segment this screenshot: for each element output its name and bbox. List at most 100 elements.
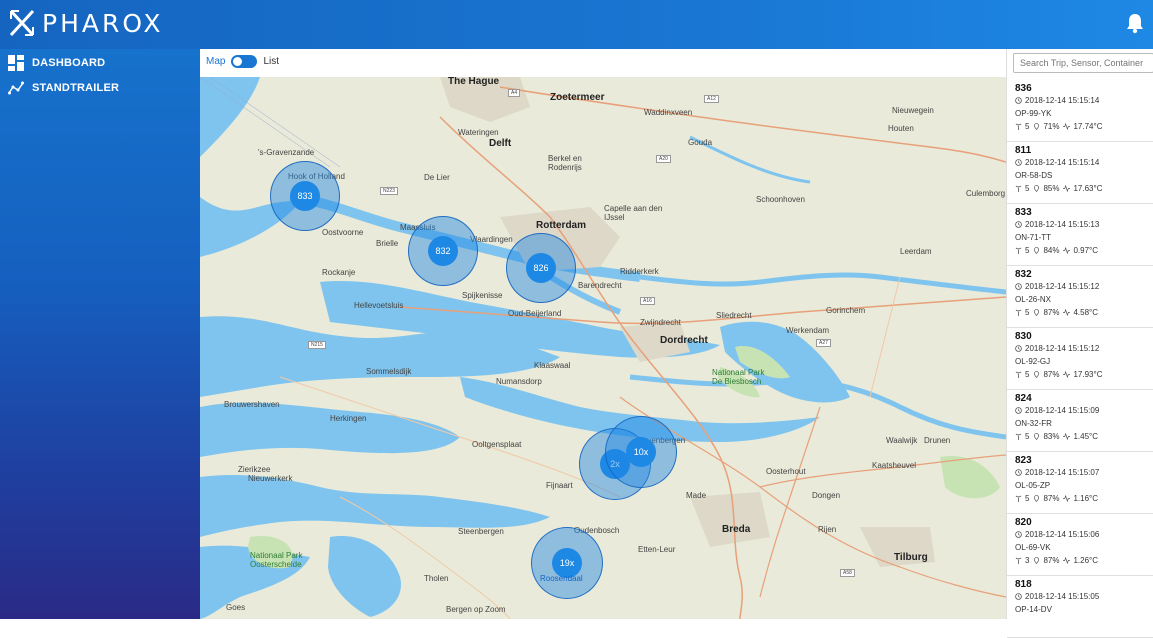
place-werkendam: Werkendam	[786, 326, 829, 335]
trip-temperature: 0.97°C	[1073, 246, 1099, 255]
search-input[interactable]	[1013, 53, 1153, 73]
location-pin-icon	[1034, 495, 1040, 502]
place-the-hague: The Hague	[448, 77, 500, 87]
cluster-count: 833	[290, 181, 320, 211]
place-sommelsdijk: Sommelsdijk	[366, 367, 412, 376]
top-app-bar: PHAROX	[0, 0, 1153, 49]
road-shield-a4: A4	[508, 89, 521, 97]
trip-sensor-count: 5	[1025, 184, 1030, 193]
road-shield-a58: A58	[840, 569, 855, 577]
trip-plate: OL-05-ZP	[1015, 481, 1051, 490]
location-pin-icon	[1034, 557, 1040, 564]
notifications-bell-icon[interactable]	[1125, 12, 1145, 34]
sidebar-item-standtrailer[interactable]: STANDTRAILER	[8, 80, 119, 96]
map-canvas[interactable]: The Hague Zoetermeer Delft Rotterdam Dor…	[200, 77, 1006, 619]
trip-battery: 87%	[1043, 370, 1060, 379]
place-schoonhoven: Schoonhoven	[756, 195, 805, 204]
place-nieuwegein: Nieuwegein	[892, 106, 934, 115]
place-roosendaal: Roosendaal	[540, 574, 583, 583]
brand-name: PHAROX	[42, 8, 164, 38]
trip-timestamp: 2018-12-14 15:15:06	[1025, 530, 1100, 539]
trip-sensor-count: 5	[1025, 370, 1030, 379]
map-cluster-826[interactable]: 826	[506, 233, 576, 303]
place-gouda: Gouda	[688, 138, 713, 147]
clock-icon	[1015, 593, 1022, 600]
place-wateringen: Wateringen	[458, 128, 499, 137]
place-capelle-aan-den-ijssel: Capelle aan den IJssel	[604, 204, 663, 222]
place-s-gravenzande: 's-Gravenzande	[258, 148, 315, 157]
clock-icon	[1015, 469, 1022, 476]
place-ooltgensplaat: Ooltgensplaat	[472, 440, 522, 449]
place-leerdam: Leerdam	[900, 247, 932, 256]
list-view-label[interactable]: List	[263, 56, 279, 67]
trip-sensor-count: 5	[1025, 246, 1030, 255]
trip-plate: OP-14-DV	[1015, 605, 1052, 614]
activity-icon	[1063, 495, 1071, 502]
map-cluster-833[interactable]: 833	[270, 161, 340, 231]
trip-list-item[interactable]: 820 2018-12-14 15:15:06 OL-69-VK 3 87% 1.26°C	[1007, 513, 1153, 576]
trip-list-item[interactable]: 824 2018-12-14 15:15:09 ON-32-FR 5 83% 1.45°C	[1007, 389, 1153, 452]
location-pin-icon	[1034, 185, 1040, 192]
place-berkel-en-rodenrijs: Berkel en Rodenrijs	[548, 154, 582, 172]
place-biesbosch: Nationaal Park De Biesbosch	[712, 368, 765, 386]
place-hellevoetsluis: Hellevoetsluis	[354, 301, 404, 310]
trip-sensor-count: 5	[1025, 308, 1030, 317]
place-oud-beijerland: Oud-Beijerland	[508, 309, 562, 318]
place-steenbergen: Steenbergen	[458, 527, 504, 536]
sensor-icon	[1015, 309, 1022, 316]
sidebar-item-dashboard[interactable]: DASHBOARD	[8, 55, 105, 71]
location-pin-icon	[1034, 309, 1040, 316]
place-gorinchem: Gorinchem	[826, 306, 866, 315]
trip-id: 836	[1015, 83, 1032, 94]
sidebar-item-label: DASHBOARD	[32, 57, 106, 69]
clock-icon	[1015, 407, 1022, 414]
sidebar-item-label: STANDTRAILER	[32, 82, 120, 94]
trip-plate: ON-32-FR	[1015, 419, 1052, 428]
place-numansdorp: Numansdorp	[496, 377, 542, 386]
trip-list-item[interactable]: 818 2018-12-14 15:15:05 OP-14-DV	[1007, 575, 1153, 638]
trip-id: 830	[1015, 331, 1032, 342]
map-list-switch[interactable]	[231, 55, 258, 68]
pharox-logo[interactable]: PHAROX	[8, 8, 164, 38]
place-waddinxveen: Waddinxveen	[644, 108, 693, 117]
trip-list-item[interactable]: 811 2018-12-14 15:15:14 OR-58-DS 5 85% 17.63°…	[1007, 141, 1153, 204]
trip-sensor-count: 5	[1025, 494, 1030, 503]
cluster-count: 832	[428, 236, 458, 266]
location-pin-icon	[1034, 123, 1040, 130]
trip-list-item[interactable]: 823 2018-12-14 15:15:07 OL-05-ZP 5 87% 1.16°C	[1007, 451, 1153, 514]
road-shield-n215: N215	[308, 341, 326, 349]
trip-timestamp: 2018-12-14 15:15:09	[1025, 406, 1100, 415]
activity-icon	[1063, 247, 1071, 254]
place-zierikzee: Zierikzee	[238, 465, 271, 474]
place-sliedrecht: Sliedrecht	[716, 311, 752, 320]
trip-timestamp: 2018-12-14 15:15:14	[1025, 96, 1100, 105]
place-waalwijk: Waalwijk	[886, 436, 918, 445]
trip-list-item[interactable]: 836 2018-12-14 15:15:14 OP-99-YK 5 71% 17.74°…	[1007, 79, 1153, 142]
trip-list-item[interactable]: 833 2018-12-14 15:15:13 ON-71-TT 5 84% 0.97°C	[1007, 203, 1153, 266]
cluster-count: 826	[526, 253, 556, 283]
place-culemborg: Culemborg	[966, 189, 1006, 198]
trip-list-item[interactable]: 832 2018-12-14 15:15:12 OL-26-NX 5 87% 4.58°C	[1007, 265, 1153, 328]
road-shield-a16: A16	[640, 297, 655, 305]
trip-plate: OL-92-GJ	[1015, 357, 1051, 366]
trip-battery: 71%	[1043, 122, 1060, 131]
trip-id: 823	[1015, 455, 1032, 466]
location-pin-icon	[1034, 433, 1040, 440]
map-cluster-19x[interactable]: 19x	[531, 527, 603, 599]
trip-list-item[interactable]: 830 2018-12-14 15:15:12 OL-92-GJ 5 87% 17.93°…	[1007, 327, 1153, 390]
sensor-icon	[1015, 185, 1022, 192]
place-houten: Houten	[888, 124, 914, 133]
place-bergen-op-zoom: Bergen op Zoom	[446, 605, 506, 614]
map-cluster-832[interactable]: 832	[408, 216, 478, 286]
place-herkingen: Herkingen	[330, 414, 367, 423]
road-shield-a12: A12	[704, 95, 719, 103]
view-toggle[interactable]: Map List	[206, 55, 279, 68]
clock-icon	[1015, 221, 1022, 228]
trip-timestamp: 2018-12-14 15:15:05	[1025, 592, 1100, 601]
place-ridderkerk: Ridderkerk	[620, 267, 659, 276]
place-tilburg: Tilburg	[894, 552, 928, 563]
map-view-label[interactable]: Map	[206, 56, 225, 67]
map-cluster-10x[interactable]: 10x	[605, 416, 677, 488]
place-breda: Breda	[722, 524, 751, 535]
road-shield-n223: N223	[380, 187, 398, 195]
